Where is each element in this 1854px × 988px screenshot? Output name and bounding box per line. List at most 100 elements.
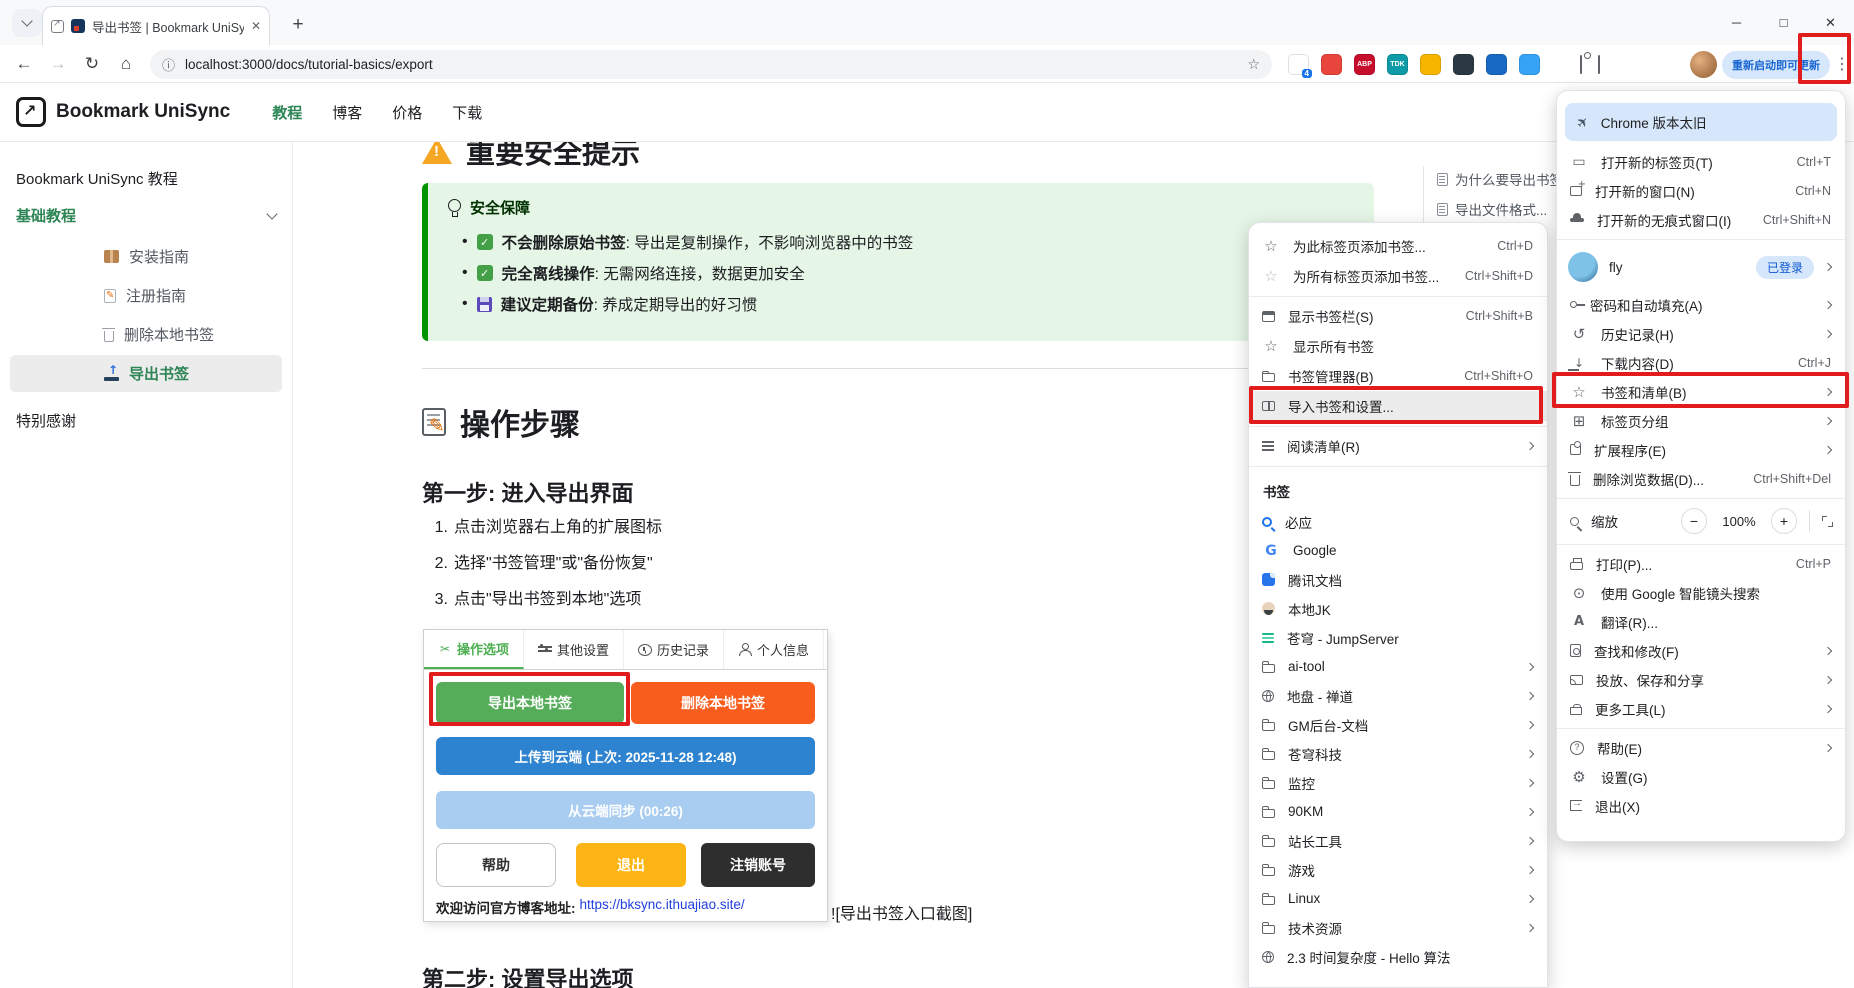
account-menu-item[interactable]: fly 已登录	[1557, 244, 1845, 290]
tab-search-button[interactable]	[12, 9, 42, 37]
bookmark-folder-webmaster-tools[interactable]: 站长工具	[1249, 826, 1547, 855]
window-minimize-button[interactable]: ─	[1713, 0, 1760, 45]
quit-button[interactable]: 退出	[576, 843, 686, 887]
sidebar-item-export-bookmarks[interactable]: 导出书签	[10, 355, 282, 392]
bookmark-item-google[interactable]: Google	[1249, 536, 1547, 565]
home-button[interactable]: ⌂	[112, 50, 140, 78]
zoom-in-button[interactable]: +	[1771, 508, 1797, 534]
kebab-menu-icon[interactable]: ⋮	[1832, 50, 1852, 78]
extension-icon-blue[interactable]	[1486, 54, 1507, 75]
bookmark-star-icon[interactable]: ☆	[1247, 56, 1260, 73]
menu-item-print[interactable]: 打印(P)... Ctrl+P	[1557, 549, 1845, 578]
tab-organize-icon[interactable]	[51, 20, 64, 33]
bookmark-item-hello-algo[interactable]: 2.3 时间复杂度 - Hello 算法	[1249, 942, 1547, 971]
menu-item-downloads[interactable]: 下载内容(D) Ctrl+J	[1557, 348, 1845, 377]
site-logo-icon[interactable]	[16, 97, 46, 127]
popup-tab-other-settings[interactable]: 其他设置	[524, 630, 624, 669]
reload-button[interactable]: ↻	[78, 50, 106, 78]
menu-item-google-lens[interactable]: 使用 Google 智能镜头搜索	[1557, 578, 1845, 607]
sidebar-section-basics[interactable]: 基础教程	[0, 195, 292, 236]
popup-tab-profile[interactable]: 个人信息	[724, 630, 824, 669]
bookmark-folder-gm-docs[interactable]: GM后台-文档	[1249, 710, 1547, 739]
toc-item-why-export[interactable]: 为什么要导出书签	[1437, 164, 1563, 194]
menu-item-history[interactable]: 历史记录(H)	[1557, 319, 1845, 348]
menu-item-new-incognito-window[interactable]: 打开新的无痕式窗口(I) Ctrl+Shift+N	[1557, 205, 1845, 234]
menu-item-find-and-edit[interactable]: 查找和修改(F)	[1557, 636, 1845, 665]
bookmark-item-zentao[interactable]: 地盘 - 禅道	[1249, 681, 1547, 710]
popup-tab-history[interactable]: 历史记录	[624, 630, 724, 669]
menu-item-new-window[interactable]: 打开新的窗口(N) Ctrl+N	[1557, 176, 1845, 205]
menu-item-bookmarks-and-lists[interactable]: 书签和清单(B)	[1557, 377, 1845, 406]
menu-item-new-tab[interactable]: 打开新的标签页(T) Ctrl+T	[1557, 147, 1845, 176]
fullscreen-icon[interactable]	[1822, 516, 1833, 527]
forward-button[interactable]: →	[44, 50, 72, 78]
menu-item-extensions[interactable]: 扩展程序(E)	[1557, 435, 1845, 464]
back-button[interactable]: ←	[10, 50, 38, 78]
extension-icon-teal[interactable]	[1519, 54, 1540, 75]
new-tab-button[interactable]: +	[284, 11, 312, 39]
zoom-out-button[interactable]: −	[1681, 508, 1707, 534]
chrome-update-banner[interactable]: ✈ Chrome 版本太旧	[1565, 103, 1837, 141]
bookmark-folder-tech-resources[interactable]: 技术资源	[1249, 913, 1547, 942]
bookmark-folder-cangqiong[interactable]: 苍穹科技	[1249, 739, 1547, 768]
help-button[interactable]: 帮助	[436, 843, 556, 887]
bookmark-folder-games[interactable]: 游戏	[1249, 855, 1547, 884]
bookmark-item-jumpserver[interactable]: 苍穹 - JumpServer	[1249, 623, 1547, 652]
url-text[interactable]: localhost:3000/docs/tutorial-basics/expo…	[185, 57, 1237, 72]
extension-icon-abp[interactable]: ABP	[1354, 54, 1375, 75]
menu-item-cast-save-share[interactable]: 投放、保存和分享	[1557, 665, 1845, 694]
popup-tab-actions[interactable]: 操作选项	[424, 630, 524, 669]
upload-to-cloud-button[interactable]: 上传到云端 (上次: 2025-11-28 12:48)	[436, 737, 815, 775]
sidebar-header[interactable]: Bookmark UniSync 教程	[0, 162, 292, 195]
nav-link-pricing[interactable]: 价格	[392, 102, 422, 123]
menu-item-clear-browsing-data[interactable]: 删除浏览数据(D)... Ctrl+Shift+Del	[1557, 464, 1845, 493]
window-maximize-button[interactable]: □	[1760, 0, 1807, 45]
sidebar-item-register-guide[interactable]: 注册指南	[10, 277, 282, 314]
extension-icon-proxy[interactable]: 4	[1288, 54, 1309, 75]
bookmark-folder-monitor[interactable]: 监控	[1249, 768, 1547, 797]
menu-item-show-all-bookmarks[interactable]: 显示所有书签	[1249, 331, 1547, 361]
bookmark-item-local-jenkins[interactable]: 本地JK	[1249, 594, 1547, 623]
nav-link-tutorial[interactable]: 教程	[272, 102, 302, 123]
menu-item-bookmark-all-tabs[interactable]: 为所有标签页添加书签... Ctrl+Shift+D	[1249, 261, 1547, 291]
bookmark-folder-90km[interactable]: 90KM	[1249, 797, 1547, 826]
menu-item-more-tools[interactable]: 更多工具(L)	[1557, 694, 1845, 723]
menu-item-help[interactable]: 帮助(E)	[1557, 733, 1845, 762]
bookmark-item-tencent-docs[interactable]: 腾讯文档	[1249, 565, 1547, 594]
menu-item-bookmark-this-tab[interactable]: 为此标签页添加书签... Ctrl+D	[1249, 231, 1547, 261]
popup-footer-link[interactable]: https://bksync.ithuajiao.site/	[580, 897, 745, 917]
extensions-puzzle-icon[interactable]	[1580, 56, 1582, 74]
sidebar-item-thanks[interactable]: 特别感谢	[0, 398, 292, 443]
browser-tab[interactable]: 导出书签 | Bookmark UniSy ✕	[42, 6, 270, 45]
menu-item-tab-groups[interactable]: 标签页分组	[1557, 406, 1845, 435]
window-close-button[interactable]: ✕	[1807, 0, 1854, 45]
logout-account-button[interactable]: 注销账号	[701, 843, 815, 887]
extension-icon-bee[interactable]	[1420, 54, 1441, 75]
extension-icon-red[interactable]	[1321, 54, 1342, 75]
menu-item-translate[interactable]: 翻译(R)...	[1557, 607, 1845, 636]
profile-avatar[interactable]	[1690, 51, 1717, 78]
toc-item-file-format[interactable]: 导出文件格式...	[1437, 194, 1563, 224]
bookmark-folder-ai-tool[interactable]: ai-tool	[1249, 652, 1547, 681]
nav-link-download[interactable]: 下载	[452, 102, 482, 123]
sync-from-cloud-button[interactable]: 从云端同步 (00:26)	[436, 791, 815, 829]
menu-item-exit[interactable]: 退出(X)	[1557, 791, 1845, 820]
menu-item-settings[interactable]: 设置(G)	[1557, 762, 1845, 791]
delete-local-bookmarks-button[interactable]: 删除本地书签	[631, 682, 815, 724]
menu-item-import-bookmarks-settings[interactable]: 导入书签和设置...	[1249, 391, 1547, 421]
address-bar[interactable]: ⓘ localhost:3000/docs/tutorial-basics/ex…	[150, 50, 1272, 79]
update-chrome-button[interactable]: 重新启动即可更新	[1722, 51, 1830, 79]
menu-item-show-bookmarks-bar[interactable]: 显示书签栏(S) Ctrl+Shift+B	[1249, 301, 1547, 331]
menu-item-reading-list[interactable]: 阅读清单(R)	[1249, 431, 1547, 461]
export-local-bookmarks-button[interactable]: 导出本地书签	[436, 682, 624, 724]
extension-icon-dark[interactable]	[1453, 54, 1474, 75]
menu-item-passwords-autofill[interactable]: 密码和自动填充(A)	[1557, 290, 1845, 319]
menu-item-bookmark-manager[interactable]: 书签管理器(B) Ctrl+Shift+O	[1249, 361, 1547, 391]
extension-icon-tdk[interactable]: TDK	[1387, 54, 1408, 75]
side-panel-icon[interactable]	[1598, 56, 1600, 74]
tab-close-icon[interactable]: ✕	[251, 19, 261, 33]
bookmark-folder-linux[interactable]: Linux	[1249, 884, 1547, 913]
sidebar-item-install-guide[interactable]: 安装指南	[10, 238, 282, 275]
nav-link-blog[interactable]: 博客	[332, 102, 362, 123]
sidebar-item-delete-bookmarks[interactable]: 删除本地书签	[10, 316, 282, 353]
